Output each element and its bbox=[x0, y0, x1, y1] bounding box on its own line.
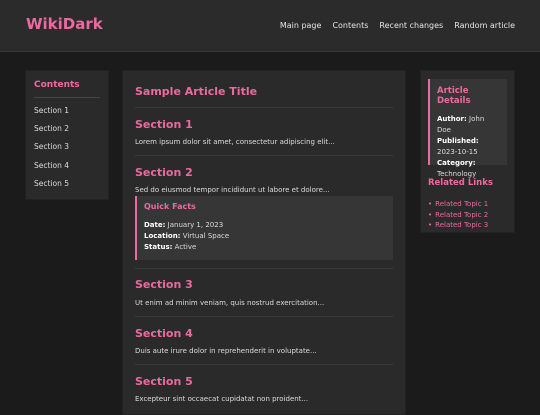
fact-date-label: Date: bbox=[144, 221, 166, 229]
top-nav: Main page Contents Recent changes Random… bbox=[280, 21, 515, 30]
section-heading: Section 1 bbox=[135, 118, 193, 131]
article-section-2: Section 2 Sed do eiusmod tempor incididu… bbox=[135, 156, 393, 269]
related-link-1[interactable]: Related Topic 1 bbox=[428, 199, 507, 210]
fact-status: Status: Active bbox=[144, 242, 386, 253]
detail-author-label: Author: bbox=[437, 115, 467, 123]
section-text: Ut enim ad minim veniam, quis nostrud ex… bbox=[135, 299, 325, 307]
nav-main-page[interactable]: Main page bbox=[280, 21, 322, 30]
section-heading: Section 2 bbox=[135, 166, 193, 179]
site-header: WikiDark Main page Contents Recent chang… bbox=[0, 0, 540, 52]
related-link-3[interactable]: Related Topic 3 bbox=[428, 220, 507, 231]
fact-status-label: Status: bbox=[144, 243, 173, 251]
article-content: Sample Article Title Section 1 Lorem ips… bbox=[122, 70, 406, 415]
related-link-2[interactable]: Related Topic 2 bbox=[428, 210, 507, 221]
nav-contents[interactable]: Contents bbox=[332, 21, 368, 30]
toc-item-section-4[interactable]: Section 4 bbox=[34, 157, 100, 175]
section-text: Duis aute irure dolor in reprehenderit i… bbox=[135, 347, 317, 355]
detail-category: Category: Technology bbox=[437, 158, 500, 180]
fact-location-value: Virtual Space bbox=[182, 232, 230, 240]
site-logo[interactable]: WikiDark bbox=[26, 15, 103, 33]
fact-status-value: Active bbox=[174, 243, 197, 251]
detail-category-value: Technology bbox=[437, 170, 477, 178]
article-section-1: Section 1 Lorem ipsum dolor sit amet, co… bbox=[135, 108, 393, 156]
fact-location: Location: Virtual Space bbox=[144, 231, 386, 242]
detail-published-value: 2023-10-15 bbox=[437, 148, 478, 156]
related-links-list: Related Topic 1 Related Topic 2 Related … bbox=[428, 199, 507, 231]
fact-location-label: Location: bbox=[144, 232, 181, 240]
detail-published: Published: 2023-10-15 bbox=[437, 136, 500, 158]
article-section-4: Section 4 Duis aute irure dolor in repre… bbox=[135, 317, 393, 365]
toc-item-section-2[interactable]: Section 2 bbox=[34, 120, 100, 138]
nav-recent-changes[interactable]: Recent changes bbox=[379, 21, 443, 30]
nav-random-article[interactable]: Random article bbox=[454, 21, 515, 30]
quick-facts-heading: Quick Facts bbox=[144, 202, 196, 211]
contents-heading: Contents bbox=[34, 80, 100, 98]
fact-date: Date: January 1, 2023 bbox=[144, 220, 386, 231]
toc-item-section-5[interactable]: Section 5 bbox=[34, 175, 100, 193]
right-sidebar: Article Details Author: John Doe Publish… bbox=[420, 70, 515, 233]
section-text: Sed do eiusmod tempor incididunt ut labo… bbox=[135, 186, 330, 194]
section-heading: Section 4 bbox=[135, 327, 193, 340]
detail-category-label: Category: bbox=[437, 159, 476, 167]
toc-item-section-1[interactable]: Section 1 bbox=[34, 102, 100, 120]
contents-sidebar: Contents Section 1 Section 2 Section 3 S… bbox=[25, 70, 109, 200]
article-section-3: Section 3 Ut enim ad minim veniam, quis … bbox=[135, 269, 393, 317]
article-details-heading: Article Details bbox=[437, 86, 471, 106]
section-text: Lorem ipsum dolor sit amet, consectetur … bbox=[135, 138, 335, 146]
section-heading: Section 3 bbox=[135, 278, 193, 291]
detail-published-label: Published: bbox=[437, 137, 479, 145]
fact-date-value: January 1, 2023 bbox=[167, 221, 224, 229]
section-heading: Section 5 bbox=[135, 375, 193, 388]
article-details-box: Article Details Author: John Doe Publish… bbox=[428, 79, 507, 178]
quick-facts-box: Quick Facts Date: January 1, 2023 Locati… bbox=[135, 196, 393, 260]
section-text: Excepteur sint occaecat cupidatat non pr… bbox=[135, 395, 309, 403]
article-title: Sample Article Title bbox=[135, 71, 393, 108]
detail-author: Author: John Doe bbox=[437, 114, 500, 136]
related-links-heading: Related Links bbox=[428, 178, 493, 188]
toc-item-section-3[interactable]: Section 3 bbox=[34, 138, 100, 156]
